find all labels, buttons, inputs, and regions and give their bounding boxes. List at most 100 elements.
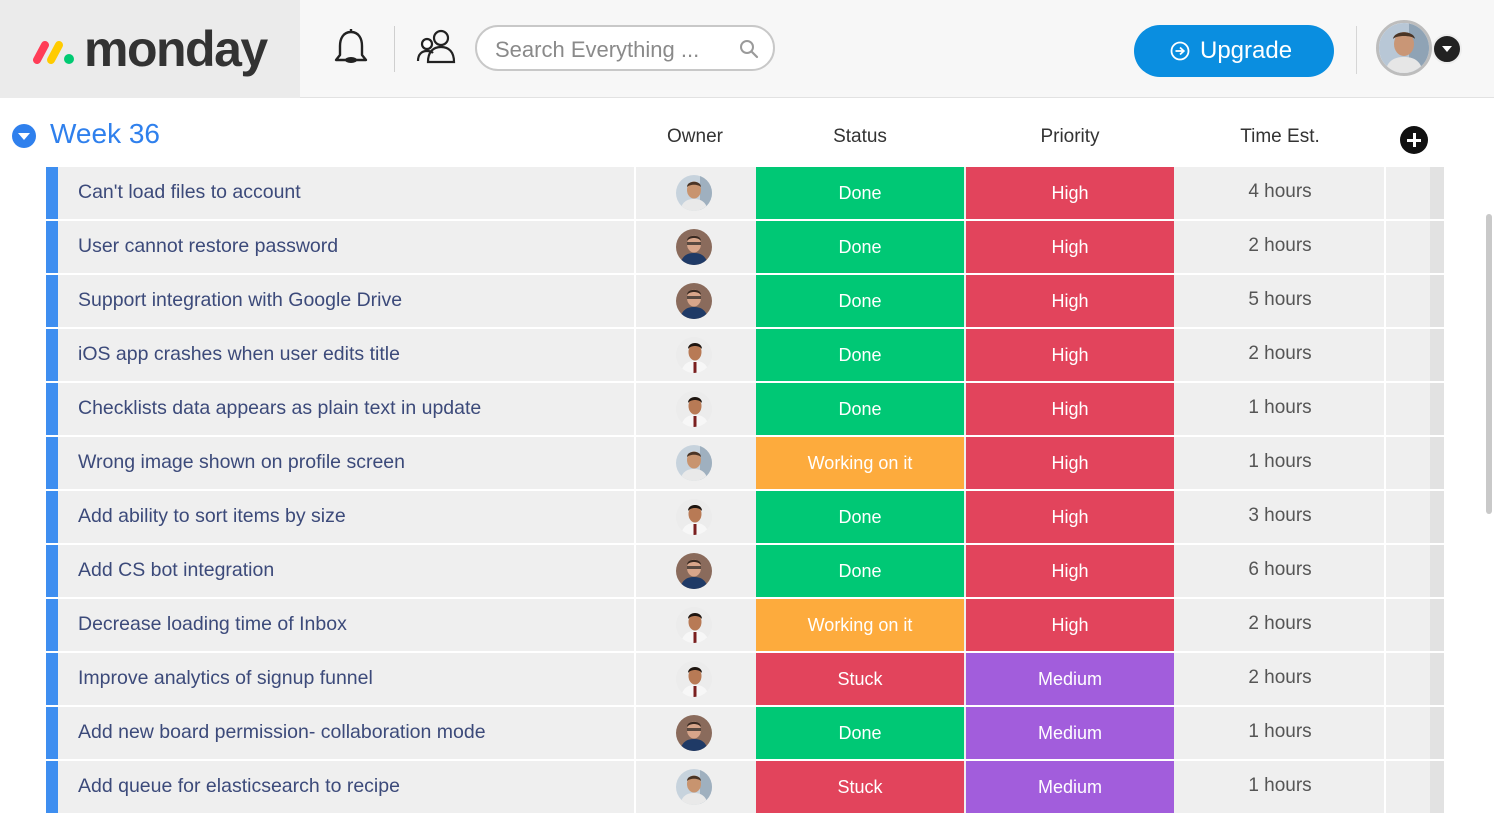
row-group-accent — [46, 221, 58, 273]
row-group-accent — [46, 545, 58, 597]
time-estimate-cell[interactable]: 1 hours — [1176, 761, 1384, 813]
table-row[interactable]: Can't load files to account Done High 4 hou… — [46, 167, 1444, 221]
owner-cell[interactable] — [636, 653, 754, 705]
group-title[interactable]: Week 36 — [50, 118, 160, 150]
owner-cell[interactable] — [636, 761, 754, 813]
item-name[interactable]: Improve analytics of signup funnel — [78, 667, 373, 690]
time-estimate-cell[interactable]: 1 hours — [1176, 707, 1384, 759]
table-row[interactable]: Improve analytics of signup funnel Stuck M… — [46, 653, 1444, 707]
priority-cell[interactable]: High — [966, 383, 1174, 435]
vertical-scrollbar[interactable] — [1486, 214, 1492, 514]
item-name[interactable]: Add ability to sort items by size — [78, 505, 346, 528]
priority-cell[interactable]: Medium — [966, 761, 1174, 813]
status-cell[interactable]: Done — [756, 329, 964, 381]
upgrade-label: Upgrade — [1200, 37, 1293, 64]
item-name[interactable]: Add new board permission- collaboration … — [78, 721, 486, 744]
time-estimate-cell[interactable]: 4 hours — [1176, 167, 1384, 219]
status-cell[interactable]: Done — [756, 545, 964, 597]
priority-cell[interactable]: High — [966, 545, 1174, 597]
owner-avatar — [676, 661, 712, 697]
upgrade-button[interactable]: Upgrade — [1134, 25, 1334, 77]
priority-cell[interactable]: High — [966, 329, 1174, 381]
table-row[interactable]: Support integration with Google Drive Don… — [46, 275, 1444, 329]
item-name[interactable]: Decrease loading time of Inbox — [78, 613, 347, 636]
column-header-time-est[interactable]: Time Est. — [1176, 126, 1384, 148]
table-row[interactable]: Add new board permission- collaboration … — [46, 707, 1444, 761]
row-end-cell — [1430, 437, 1444, 489]
table-row[interactable]: Checklists data appears as plain text in… — [46, 383, 1444, 437]
user-avatar[interactable] — [1376, 20, 1432, 76]
priority-cell[interactable]: High — [966, 437, 1174, 489]
priority-cell[interactable]: High — [966, 491, 1174, 543]
status-cell[interactable]: Done — [756, 167, 964, 219]
table-row[interactable]: iOS app crashes when user edits title Don… — [46, 329, 1444, 383]
time-estimate-cell[interactable]: 2 hours — [1176, 221, 1384, 273]
column-header-priority[interactable]: Priority — [966, 126, 1174, 148]
owner-cell[interactable] — [636, 275, 754, 327]
cell-divider — [1384, 761, 1386, 813]
priority-cell[interactable]: Medium — [966, 653, 1174, 705]
table-row[interactable]: User cannot restore password Done High 2 ho… — [46, 221, 1444, 275]
owner-cell[interactable] — [636, 383, 754, 435]
notifications-bell-icon[interactable] — [332, 28, 370, 70]
status-cell[interactable]: Done — [756, 491, 964, 543]
item-name[interactable]: Add queue for elasticsearch to recipe — [78, 775, 400, 798]
priority-cell[interactable]: High — [966, 221, 1174, 273]
table-row[interactable]: Wrong image shown on profile screen Worki… — [46, 437, 1444, 491]
table-row[interactable]: Decrease loading time of Inbox Working on… — [46, 599, 1444, 653]
add-column-icon[interactable] — [1400, 126, 1428, 154]
time-estimate-cell[interactable]: 3 hours — [1176, 491, 1384, 543]
time-estimate-cell[interactable]: 5 hours — [1176, 275, 1384, 327]
account-menu-caret-icon[interactable] — [1432, 34, 1462, 64]
owner-cell[interactable] — [636, 545, 754, 597]
time-estimate-cell[interactable]: 6 hours — [1176, 545, 1384, 597]
status-cell[interactable]: Done — [756, 275, 964, 327]
status-cell[interactable]: Stuck — [756, 653, 964, 705]
priority-cell[interactable]: High — [966, 599, 1174, 651]
owner-cell[interactable] — [636, 221, 754, 273]
item-name[interactable]: Wrong image shown on profile screen — [78, 451, 405, 474]
cell-divider — [1384, 653, 1386, 705]
time-estimate-cell[interactable]: 2 hours — [1176, 653, 1384, 705]
owner-cell[interactable] — [636, 599, 754, 651]
priority-cell[interactable]: Medium — [966, 707, 1174, 759]
search-input[interactable]: Search Everything ... — [475, 25, 775, 71]
item-name[interactable]: Checklists data appears as plain text in… — [78, 397, 481, 420]
column-header-owner[interactable]: Owner — [636, 126, 754, 148]
owner-avatar — [676, 445, 712, 481]
priority-cell[interactable]: High — [966, 275, 1174, 327]
owner-cell[interactable] — [636, 167, 754, 219]
status-cell[interactable]: Done — [756, 707, 964, 759]
status-cell[interactable]: Working on it — [756, 437, 964, 489]
status-cell[interactable]: Done — [756, 221, 964, 273]
owner-cell[interactable] — [636, 437, 754, 489]
cell-divider — [1384, 275, 1386, 327]
collapse-group-icon[interactable] — [12, 124, 36, 148]
table-row[interactable]: Add queue for elasticsearch to recipe Stu… — [46, 761, 1444, 815]
item-name[interactable]: Can't load files to account — [78, 181, 301, 204]
owner-cell[interactable] — [636, 329, 754, 381]
column-header-status[interactable]: Status — [756, 126, 964, 148]
item-name[interactable]: Support integration with Google Drive — [78, 289, 402, 312]
item-name[interactable]: User cannot restore password — [78, 235, 338, 258]
priority-cell[interactable]: High — [966, 167, 1174, 219]
time-estimate-cell[interactable]: 2 hours — [1176, 599, 1384, 651]
owner-avatar — [676, 715, 712, 751]
status-cell[interactable]: Working on it — [756, 599, 964, 651]
time-estimate-cell[interactable]: 1 hours — [1176, 383, 1384, 435]
time-estimate-cell[interactable]: 2 hours — [1176, 329, 1384, 381]
status-cell[interactable]: Done — [756, 383, 964, 435]
owner-cell[interactable] — [636, 707, 754, 759]
table-row[interactable]: Add ability to sort items by size Done Hig… — [46, 491, 1444, 545]
status-cell[interactable]: Stuck — [756, 761, 964, 813]
row-group-accent — [46, 167, 58, 219]
table-row[interactable]: Add CS bot integration Done High 6 hours — [46, 545, 1444, 599]
item-name[interactable]: iOS app crashes when user edits title — [78, 343, 400, 366]
cell-divider — [1384, 167, 1386, 219]
logo-area[interactable]: monday — [0, 0, 300, 98]
item-name[interactable]: Add CS bot integration — [78, 559, 274, 582]
owner-cell[interactable] — [636, 491, 754, 543]
time-estimate-cell[interactable]: 1 hours — [1176, 437, 1384, 489]
invite-people-icon[interactable] — [416, 26, 458, 68]
row-end-cell — [1430, 383, 1444, 435]
